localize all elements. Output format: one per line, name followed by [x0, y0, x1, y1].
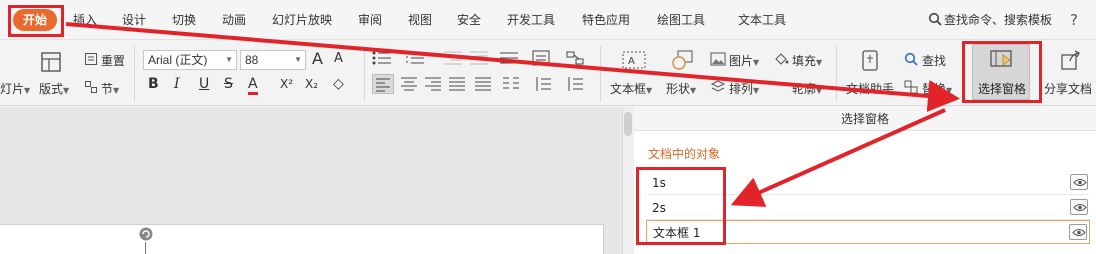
paragraph-spacing-icon[interactable] — [566, 76, 584, 92]
section-button[interactable]: 节▼ — [101, 80, 119, 97]
fill-button[interactable]: 填充▼ — [792, 52, 822, 69]
objects-subtitle: 文档中的对象 — [648, 147, 721, 161]
picture-label: 图片 — [729, 54, 754, 68]
divider — [836, 46, 837, 102]
picture-button[interactable]: 图片▼ — [729, 52, 759, 69]
font-size-value: 88 — [245, 53, 259, 67]
layout-icon — [40, 50, 62, 74]
slide-canvas[interactable] — [0, 224, 604, 254]
tab-drawing-tools[interactable]: 绘图工具 — [657, 0, 705, 40]
outline-label: 轮廓 — [792, 82, 817, 96]
find-button[interactable]: 查找 — [922, 52, 946, 69]
share-icon — [1060, 49, 1082, 71]
layout-label: 版式 — [39, 82, 64, 96]
font-name-select[interactable]: Arial (正文) ▼ — [143, 50, 237, 70]
columns-icon[interactable] — [502, 76, 520, 92]
grow-font-button[interactable]: A — [312, 49, 323, 68]
command-search[interactable]: 查找命令、搜索模板 — [944, 0, 1052, 40]
new-slide-button[interactable]: 灯片▼ — [0, 80, 30, 97]
selection-pane-title: 选择窗格 — [634, 107, 1096, 131]
smartart-icon[interactable] — [566, 50, 584, 66]
replace-label: 替换 — [922, 82, 947, 96]
tab-design[interactable]: 设计 — [122, 0, 146, 40]
shape-button[interactable]: 形状▼ — [666, 80, 696, 97]
align-right-icon[interactable] — [424, 76, 442, 92]
find-icon — [904, 52, 918, 66]
menu-bar: 开始 插入 设计 切换 动画 幻灯片放映 审阅 视图 安全 开发工具 特色应用 … — [0, 0, 1096, 40]
visibility-eye-icon[interactable] — [1070, 199, 1088, 215]
tab-security[interactable]: 安全 — [457, 0, 481, 40]
section-label: 节 — [101, 82, 114, 96]
section-icon — [84, 80, 98, 94]
fill-icon — [773, 52, 789, 66]
textbox-button[interactable]: 文本框▼ — [610, 80, 652, 97]
tab-review[interactable]: 审阅 — [358, 0, 382, 40]
tab-slideshow[interactable]: 幻灯片放映 — [272, 0, 332, 40]
help-button[interactable]: ? — [1070, 0, 1078, 40]
annotation-box-start-tab — [8, 5, 64, 37]
bullets-icon[interactable] — [372, 51, 392, 65]
font-name-value: Arial (正文) — [148, 53, 208, 67]
doc-assistant-icon — [860, 49, 880, 73]
tab-view[interactable]: 视图 — [408, 0, 432, 40]
share-button[interactable]: 分享文档 — [1044, 80, 1092, 97]
tab-features[interactable]: 特色应用 — [582, 0, 630, 40]
align-left-icon[interactable] — [372, 74, 394, 94]
arrange-button[interactable]: 排列▼ — [729, 80, 759, 97]
italic-button[interactable]: I — [174, 76, 180, 92]
divider — [600, 46, 601, 102]
ribbon: 灯片▼ 版式▼ 重置 节▼ Arial (正文) ▼ 88 ▼ A A B I U … — [0, 40, 1096, 106]
layout-button[interactable]: 版式▼ — [39, 80, 69, 97]
picture-icon — [710, 52, 726, 66]
arrange-label: 排列 — [729, 82, 754, 96]
doc-assistant-button[interactable]: 文档助手 — [846, 80, 894, 97]
subscript-button[interactable]: X₂ — [305, 77, 318, 91]
decrease-indent-icon[interactable] — [444, 51, 462, 65]
tab-animation[interactable]: 动画 — [222, 0, 246, 40]
shape-label: 形状 — [666, 82, 691, 96]
outline-button[interactable]: 轮廓▼ — [792, 80, 822, 97]
rotate-handle-stem — [145, 242, 146, 254]
underline-button[interactable]: U — [199, 76, 209, 92]
align-center-icon[interactable] — [400, 76, 418, 92]
annotation-box-selection-pane — [962, 41, 1042, 103]
replace-button[interactable]: 替换▼ — [922, 80, 952, 97]
numbering-icon[interactable] — [405, 51, 425, 65]
strikethrough-button[interactable]: S — [224, 76, 233, 92]
reset-icon — [84, 52, 98, 66]
shape-icon — [670, 50, 696, 70]
visibility-eye-icon[interactable] — [1070, 174, 1088, 190]
scrollbar-thumb[interactable] — [624, 112, 632, 136]
shrink-font-button[interactable]: A — [334, 51, 343, 66]
tab-transition[interactable]: 切换 — [172, 0, 196, 40]
tab-text-tools[interactable]: 文本工具 — [738, 0, 786, 40]
align-text-icon[interactable] — [532, 50, 550, 66]
line-spacing-icon[interactable] — [534, 76, 552, 92]
increase-indent-icon[interactable] — [470, 51, 488, 65]
new-slide-label: 灯片 — [0, 82, 25, 96]
visibility-eye-icon[interactable] — [1069, 224, 1087, 240]
textbox-icon: A — [622, 50, 646, 70]
replace-icon — [904, 80, 918, 94]
search-icon[interactable] — [928, 12, 942, 26]
reset-button[interactable]: 重置 — [101, 52, 125, 69]
text-direction-icon[interactable] — [500, 51, 518, 65]
rotate-handle-icon[interactable] — [138, 226, 154, 242]
superscript-button[interactable]: X² — [280, 77, 293, 91]
clear-format-button[interactable]: ◇ — [333, 76, 344, 92]
divider — [134, 46, 135, 102]
svg-text:A: A — [628, 56, 635, 67]
justify-icon[interactable] — [448, 76, 466, 92]
tab-developer[interactable]: 开发工具 — [507, 0, 555, 40]
tab-insert[interactable]: 插入 — [73, 0, 97, 40]
fill-label: 填充 — [792, 54, 817, 68]
bold-button[interactable]: B — [148, 76, 159, 92]
textbox-label: 文本框 — [610, 82, 647, 96]
font-size-select[interactable]: 88 ▼ — [240, 50, 306, 70]
distribute-icon[interactable] — [474, 76, 492, 92]
font-color-button[interactable]: A — [248, 76, 258, 95]
divider — [364, 46, 365, 102]
annotation-box-object-list — [636, 167, 726, 245]
arrange-icon — [710, 80, 726, 94]
